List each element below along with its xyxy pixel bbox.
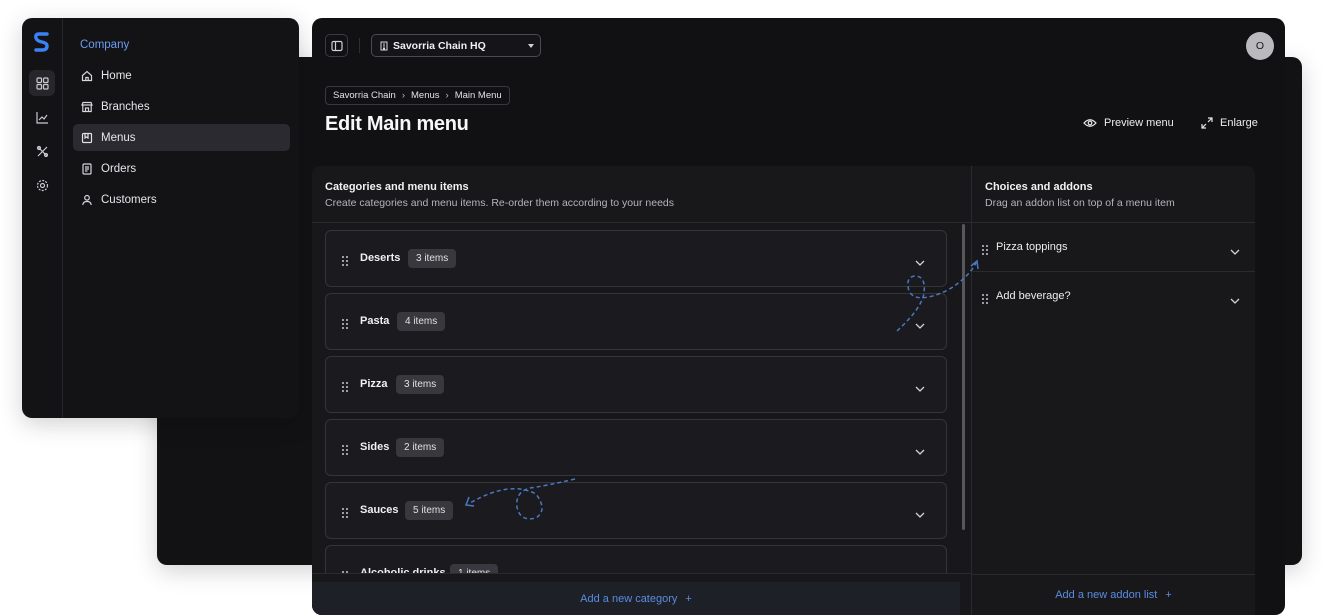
preview-menu-label: Preview menu — [1104, 117, 1174, 129]
chevron-down-icon[interactable] — [1230, 242, 1240, 260]
category-name: Pizza — [360, 378, 388, 390]
breadcrumb-item[interactable]: Savorria Chain — [333, 90, 396, 101]
top-bar: Savorria Chain HQ O — [312, 18, 1285, 73]
breadcrumb-item[interactable]: Menus — [411, 90, 440, 101]
chevron-down-icon[interactable] — [915, 505, 925, 523]
preview-menu-button[interactable]: Preview menu — [1083, 117, 1174, 129]
drag-handle-icon[interactable] — [342, 316, 348, 334]
user-icon — [80, 193, 94, 207]
add-category-label: Add a new category — [580, 592, 678, 605]
categories-subtitle: Create categories and menu items. Re-ord… — [325, 197, 675, 209]
addons-header: Choices and addons Drag an addon list on… — [985, 181, 1175, 209]
category-card[interactable]: Sauces 5 items — [325, 482, 947, 539]
topbar-divider — [359, 38, 360, 53]
breadcrumb-separator: › — [445, 90, 449, 101]
nav-item-customers[interactable]: Customers — [73, 186, 290, 213]
addon-name: Pizza toppings — [996, 241, 1068, 253]
settings-icon[interactable] — [29, 172, 55, 198]
sidebar-toggle-icon — [330, 40, 343, 51]
page-title: Edit Main menu — [325, 113, 469, 135]
chart-icon[interactable] — [29, 104, 55, 130]
item-count-badge: 2 items — [396, 438, 445, 457]
addon-name: Add beverage? — [996, 290, 1071, 302]
branch-select[interactable]: Savorria Chain HQ — [371, 34, 541, 57]
category-name: Sauces — [360, 504, 399, 516]
category-name: Sides — [360, 441, 390, 453]
home-icon — [80, 69, 94, 83]
receipt-icon — [80, 162, 94, 176]
company-section-label: Company — [80, 39, 130, 51]
brand-logo-icon — [34, 32, 49, 52]
category-card[interactable]: Pasta 4 items — [325, 293, 947, 350]
tools-icon[interactable] — [29, 138, 55, 164]
drag-handle-icon[interactable] — [342, 253, 348, 271]
addons-subtitle: Drag an addon list on top of a menu item — [985, 197, 1175, 209]
enlarge-label: Enlarge — [1220, 117, 1258, 129]
divider — [312, 222, 971, 223]
chevron-down-icon[interactable] — [915, 379, 925, 397]
breadcrumb-item[interactable]: Main Menu — [455, 90, 502, 101]
category-name: Pasta — [360, 315, 390, 327]
addons-title: Choices and addons — [985, 181, 1093, 193]
chevron-down-icon[interactable] — [915, 253, 925, 271]
drag-handle-icon[interactable] — [342, 379, 348, 397]
nav-item-label: Home — [101, 69, 132, 82]
category-card[interactable]: Pizza 3 items — [325, 356, 947, 413]
nav-item-label: Orders — [101, 162, 137, 175]
item-count-badge: 3 items — [396, 375, 445, 394]
book-icon — [80, 131, 94, 145]
addon-list-item[interactable]: Pizza toppings — [972, 222, 1255, 271]
chevron-down-icon[interactable] — [1230, 291, 1240, 309]
nav-item-label: Customers — [101, 193, 157, 206]
icon-rail — [22, 18, 63, 418]
toggle-sidebar-button[interactable] — [325, 34, 348, 57]
drag-handle-icon[interactable] — [342, 505, 348, 523]
scrollbar[interactable] — [962, 224, 965, 530]
plus-icon: + — [1165, 589, 1172, 601]
nav-item-label: Branches — [101, 100, 150, 113]
main-window: Savorria Chain HQ O Savorria Chain › Men… — [312, 18, 1285, 615]
breadcrumb: Savorria Chain › Menus › Main Menu — [325, 86, 510, 105]
branch-select-value: Savorria Chain HQ — [393, 39, 486, 52]
nav-item-label: Menus — [101, 131, 136, 144]
nav-item-home[interactable]: Home — [73, 62, 290, 89]
item-count-badge: 5 items — [405, 501, 454, 520]
drag-handle-icon[interactable] — [342, 442, 348, 460]
category-name: Deserts — [360, 252, 401, 264]
enlarge-button[interactable]: Enlarge — [1201, 117, 1258, 129]
drag-handle-icon[interactable] — [982, 242, 988, 260]
store-icon — [80, 100, 94, 114]
nav-item-menus[interactable]: Menus — [73, 124, 290, 151]
nav-item-branches[interactable]: Branches — [73, 93, 290, 120]
expand-icon — [1201, 117, 1213, 129]
menu-editor: Categories and menu items Create categor… — [312, 166, 1255, 615]
categories-header: Categories and menu items Create categor… — [325, 181, 674, 209]
add-addon-label: Add a new addon list — [1055, 589, 1158, 601]
avatar[interactable]: O — [1246, 32, 1274, 60]
chevron-down-icon[interactable] — [915, 316, 925, 334]
category-card[interactable]: Deserts 3 items — [325, 230, 947, 287]
dashboard-grid-icon[interactable] — [29, 70, 55, 96]
nav-item-orders[interactable]: Orders — [73, 155, 290, 182]
item-count-badge: 3 items — [408, 249, 457, 268]
item-count-badge: 4 items — [397, 312, 446, 331]
addon-list-item[interactable]: Add beverage? — [972, 271, 1255, 320]
categories-title: Categories and menu items — [325, 181, 469, 193]
caret-down-icon — [528, 44, 534, 48]
category-card[interactable]: Sides 2 items — [325, 419, 947, 476]
chevron-down-icon[interactable] — [915, 442, 925, 460]
eye-icon — [1083, 118, 1097, 128]
drag-handle-icon[interactable] — [982, 291, 988, 309]
plus-icon: + — [685, 592, 692, 605]
breadcrumb-separator: › — [401, 90, 406, 101]
add-addon-list-button[interactable]: Add a new addon list + — [972, 574, 1255, 615]
add-category-button[interactable]: Add a new category + — [312, 582, 960, 615]
navigation-window: Company Home Branches Menus Orders Custo… — [22, 18, 299, 418]
building-icon — [380, 41, 388, 50]
